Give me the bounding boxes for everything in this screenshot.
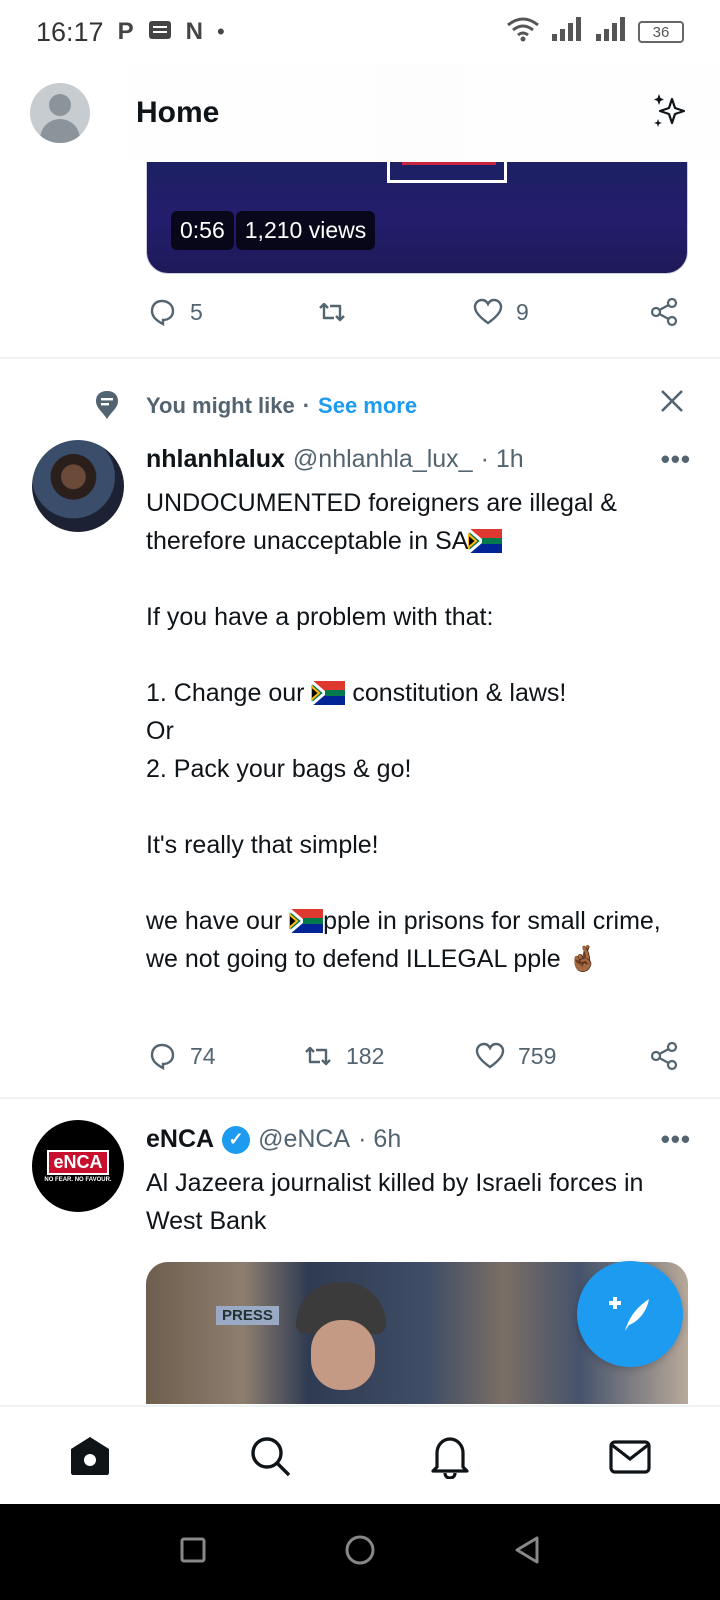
tweet-line-4: Or [146,717,174,745]
video-views: 1,210 views [235,211,376,250]
enca-logo-tagline: NO FEAR. NO FAVOUR. [44,1176,112,1183]
reply-icon [150,1043,175,1070]
reply-button[interactable]: 5 [146,296,316,328]
nav-notifications[interactable] [410,1416,490,1496]
like-count: 9 [516,298,529,325]
retweet-icon [319,302,345,322]
close-icon[interactable] [658,387,686,420]
verified-badge-icon: ✓ [222,1125,251,1154]
you-might-like-header: You might like · See more [0,385,720,427]
separator-dot: · [302,393,311,418]
share-icon [650,297,678,327]
news-icon [148,17,172,48]
recents-icon[interactable] [178,1535,208,1570]
tweet-time: · 6h [358,1125,402,1153]
more-options-button[interactable]: ••• [661,444,691,475]
signal-icon-2 [594,16,628,49]
avatar[interactable] [32,440,124,532]
tweet-line-7a: we have our [146,907,290,935]
status-time: 16:17 [36,16,104,47]
tweet-time: · 1h [480,445,524,473]
page-title: Home [136,96,220,129]
divider [0,1097,720,1099]
enca-avatar[interactable]: eNCA NO FEAR. NO FAVOUR. [32,1120,124,1212]
share-button[interactable] [648,1040,680,1072]
nav-search[interactable] [230,1416,310,1496]
bottom-navigation [0,1405,720,1504]
nav-messages[interactable] [590,1416,670,1496]
divider [0,357,720,359]
tweet-line-3b: constitution & laws! [345,679,567,707]
like-button[interactable]: 759 [474,1040,648,1072]
topic-icon [94,389,120,426]
reply-icon [150,299,175,326]
author-handle: @nhlanhla_lux_ [292,445,473,473]
top-app-bar: Home [0,64,720,162]
retweet-button[interactable]: 182 [302,1040,474,1072]
retweet-count: 182 [346,1042,385,1069]
battery-icon: 36 [638,21,684,43]
tweet-header: eNCA ✓ @eNCA · 6h ••• [146,1124,691,1155]
author-name[interactable]: eNCA [146,1125,214,1154]
profile-avatar-button[interactable] [30,83,90,143]
author-name[interactable]: nhlanhlalux [146,445,285,474]
crossed-fingers-emoji: 🤞🏾 [567,945,599,973]
see-more-link[interactable]: See more [318,393,417,419]
tweet-line-3a: 1. Change our [146,679,312,707]
status-bar: 16:17 P N • 36 [0,0,720,64]
reply-count: 74 [190,1042,216,1069]
home-circle-icon[interactable] [343,1533,377,1572]
share-button[interactable] [648,296,680,328]
tweet-line-5: 2. Pack your bags & go! [146,755,412,783]
south-africa-flag-icon [468,529,503,553]
photo-press-label: PRESS [216,1306,279,1325]
south-africa-flag-icon [289,909,324,933]
author-handle: @eNCA [258,1125,351,1153]
wifi-icon [506,16,540,49]
retweet-icon [305,1046,331,1066]
tweet-actions: 74 182 759 [146,1040,691,1072]
heart-icon [473,298,503,325]
home-icon [71,1436,109,1475]
n-app-icon: N [185,18,203,45]
photo-face [311,1320,375,1390]
more-options-button[interactable]: ••• [661,1124,691,1155]
mail-icon [609,1439,651,1474]
compose-feather-icon [609,1297,649,1331]
parking-icon: P [117,18,134,45]
reply-count: 5 [190,298,203,325]
dot-icon: • [216,19,225,44]
tweet-text: Al Jazeera journalist killed by Israeli … [146,1169,651,1235]
compose-tweet-button[interactable] [577,1261,683,1367]
video-tweet-actions: 5 9 [146,296,691,328]
sparkle-icon[interactable] [650,91,690,136]
signal-icon-1 [550,16,584,49]
south-africa-flag-icon [311,681,346,705]
heart-icon [475,1042,505,1069]
reply-button[interactable]: 74 [146,1040,302,1072]
enca-logo: eNCA NO FEAR. NO FAVOUR. [32,1149,124,1183]
tweet-text: UNDOCUMENTED foreigners are illegal & th… [146,484,686,978]
retweet-button[interactable] [316,296,472,328]
share-icon [650,1041,678,1071]
nav-home[interactable] [50,1416,130,1496]
system-navigation-bar [0,1504,720,1600]
tweet-line-2: If you have a problem with that: [146,603,494,631]
search-icon [251,1436,291,1476]
like-count: 759 [518,1042,557,1069]
like-button[interactable]: 9 [472,296,648,328]
back-icon[interactable] [512,1535,542,1570]
enca-logo-text: eNCA [47,1149,109,1175]
tweet-line-6: It's really that simple! [146,831,379,859]
tweet-line-1: UNDOCUMENTED foreigners are illegal & th… [146,489,624,555]
you-might-like-label: You might like [146,393,295,418]
tweet-header: nhlanhlalux @nhlanhla_lux_ · 1h ••• [146,444,691,475]
video-duration: 0:56 [171,211,234,250]
bell-icon [431,1436,469,1479]
